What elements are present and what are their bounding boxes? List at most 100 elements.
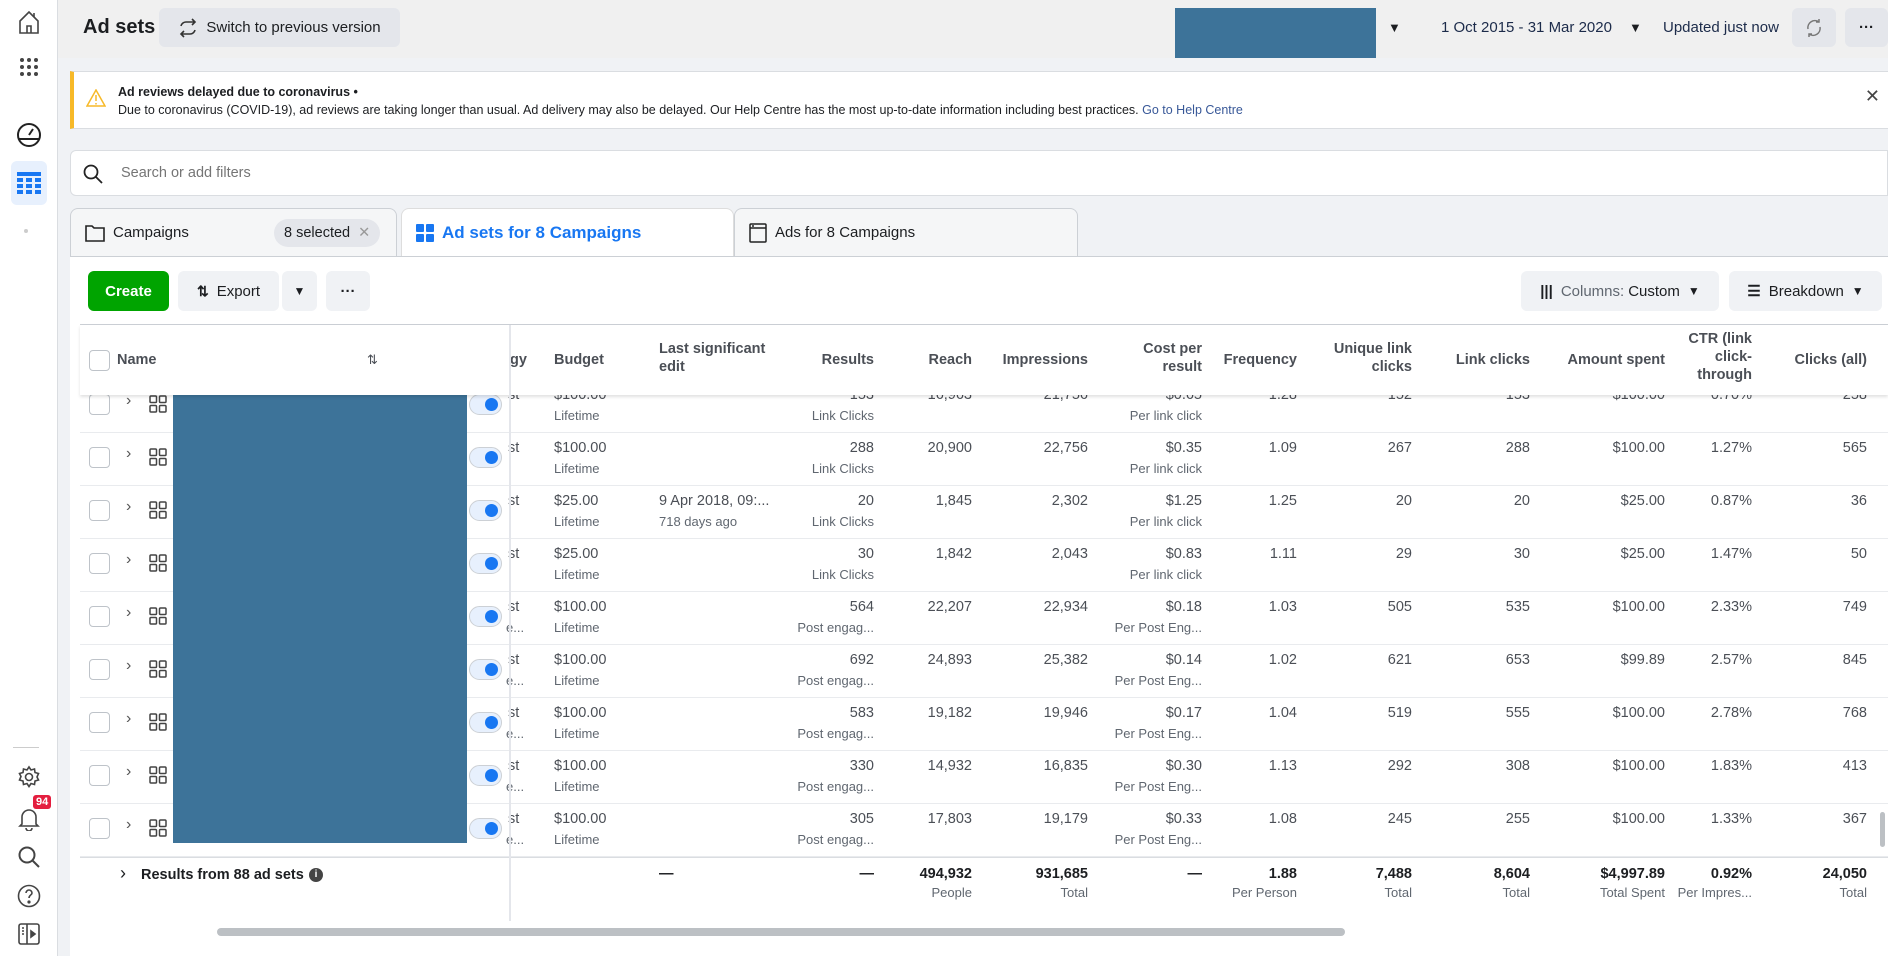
apps-grid-icon[interactable] bbox=[11, 49, 47, 85]
tab-adsets[interactable]: Ad sets for 8 Campaigns bbox=[401, 208, 734, 256]
cell-unique-link-clicks: 267 bbox=[1387, 440, 1412, 456]
settings-gear-icon[interactable] bbox=[11, 759, 47, 795]
column-header-results[interactable]: Results bbox=[822, 351, 874, 369]
row-checkbox[interactable] bbox=[89, 553, 110, 574]
coronavirus-notice-banner: Ad reviews delayed due to coronavirus • … bbox=[70, 71, 1888, 129]
column-header-reach[interactable]: Reach bbox=[928, 351, 972, 369]
more-options-button[interactable]: ··· bbox=[1845, 8, 1888, 47]
info-icon[interactable]: i bbox=[309, 868, 323, 882]
expand-chevron-icon[interactable]: › bbox=[126, 551, 131, 569]
help-centre-link[interactable]: Go to Help Centre bbox=[1142, 103, 1243, 117]
tab-ads[interactable]: Ads for 8 Campaigns bbox=[734, 208, 1078, 256]
close-banner-icon[interactable]: ✕ bbox=[1865, 86, 1880, 107]
row-checkbox[interactable] bbox=[89, 712, 110, 733]
cell-cost: $0.14 bbox=[1165, 652, 1202, 668]
row-checkbox[interactable] bbox=[89, 659, 110, 680]
cell-budget-type: Lifetime bbox=[554, 408, 600, 423]
expand-chevron-icon[interactable]: › bbox=[126, 445, 131, 463]
delivery-toggle[interactable] bbox=[469, 395, 502, 415]
summary-expand-chevron-icon[interactable]: › bbox=[120, 863, 126, 884]
column-header-impressions[interactable]: Impressions bbox=[1003, 351, 1088, 369]
cell-reach: 17,803 bbox=[927, 811, 972, 827]
cell-last-edit: 9 Apr 2018, 09:... bbox=[659, 493, 770, 509]
expand-chevron-icon[interactable]: › bbox=[126, 498, 131, 516]
cell-link-clicks: 653 bbox=[1505, 652, 1530, 668]
date-dropdown-arrow-icon[interactable]: ▼ bbox=[1629, 20, 1642, 35]
table-summary-row: › Results from 88 ad sets i — — 494,932 People… bbox=[80, 857, 1888, 921]
cell-cost-type: Per Post Eng... bbox=[1114, 779, 1202, 794]
delivery-toggle[interactable] bbox=[469, 765, 502, 786]
column-header-clicks-all[interactable]: Clicks (all) bbox=[1794, 351, 1867, 369]
cell-result-type: Link Clicks bbox=[811, 514, 874, 529]
column-header-frequency[interactable]: Frequency bbox=[1224, 351, 1297, 369]
export-dropdown-arrow-icon[interactable]: ▼ bbox=[282, 271, 317, 311]
cell-cost: $0.33 bbox=[1165, 811, 1202, 827]
row-checkbox[interactable] bbox=[89, 818, 110, 839]
delivery-toggle[interactable] bbox=[469, 553, 502, 574]
expand-chevron-icon[interactable]: › bbox=[126, 657, 131, 675]
delivery-toggle[interactable] bbox=[469, 606, 502, 627]
date-range-picker[interactable]: 1 Oct 2015 - 31 Mar 2020 bbox=[1441, 19, 1612, 36]
expand-chevron-icon[interactable]: › bbox=[126, 395, 131, 410]
column-header-link-clicks[interactable]: Link clicks bbox=[1456, 351, 1530, 369]
help-icon[interactable] bbox=[11, 878, 47, 914]
column-header-name[interactable]: Name bbox=[117, 351, 157, 369]
breakdown-selector[interactable]: ☰ Breakdown ▼ bbox=[1729, 271, 1882, 311]
column-header-budget[interactable]: Budget bbox=[554, 351, 604, 369]
switch-version-button[interactable]: Switch to previous version bbox=[159, 8, 400, 47]
column-header-last-edit[interactable]: Last significant edit bbox=[659, 340, 779, 376]
tab-campaigns[interactable]: Campaigns 8 selected ✕ bbox=[70, 208, 397, 256]
horizontal-scrollbar[interactable] bbox=[217, 928, 1345, 936]
cell-clicks-all: 50 bbox=[1850, 546, 1867, 562]
cell-frequency: 1.11 bbox=[1269, 546, 1297, 562]
cell-results: 305 bbox=[849, 811, 874, 827]
name-redaction bbox=[173, 395, 467, 843]
toggle-panel-icon[interactable] bbox=[11, 916, 47, 952]
account-dropdown-arrow-icon[interactable]: ▼ bbox=[1388, 20, 1401, 35]
search-icon[interactable] bbox=[11, 839, 47, 875]
row-checkbox[interactable] bbox=[89, 447, 110, 468]
sort-icon[interactable]: ⇅ bbox=[367, 351, 378, 369]
refresh-button[interactable] bbox=[1792, 8, 1836, 47]
delivery-toggle[interactable] bbox=[469, 447, 502, 468]
delivery-toggle[interactable] bbox=[469, 818, 502, 839]
column-header-cost[interactable]: Cost per result bbox=[1132, 340, 1202, 376]
cell-ctr: 1.47% bbox=[1710, 546, 1752, 562]
cell-link-clicks: 555 bbox=[1505, 705, 1530, 721]
search-input[interactable] bbox=[121, 161, 921, 185]
vertical-scrollbar[interactable] bbox=[1880, 812, 1885, 847]
cell-clicks-all: 565 bbox=[1842, 440, 1867, 456]
expand-chevron-icon[interactable]: › bbox=[126, 604, 131, 622]
dashboard-gauge-icon[interactable] bbox=[11, 117, 47, 153]
row-checkbox[interactable] bbox=[89, 606, 110, 627]
notifications-bell-icon[interactable]: 94 bbox=[11, 795, 52, 837]
export-button[interactable]: ⇅ Export bbox=[178, 271, 279, 311]
create-button[interactable]: Create bbox=[88, 271, 169, 311]
expand-chevron-icon[interactable]: › bbox=[126, 763, 131, 781]
cell-reach: 16,963 bbox=[927, 395, 972, 403]
home-icon[interactable] bbox=[11, 4, 47, 40]
account-selector-redacted[interactable] bbox=[1175, 8, 1376, 58]
expand-chevron-icon[interactable]: › bbox=[126, 816, 131, 834]
column-header-unique-link-clicks[interactable]: Unique link clicks bbox=[1322, 340, 1412, 376]
folder-icon bbox=[85, 224, 105, 242]
row-checkbox[interactable] bbox=[89, 765, 110, 786]
row-checkbox[interactable] bbox=[89, 395, 110, 415]
column-header-ctr[interactable]: CTR (link click-through bbox=[1677, 330, 1752, 384]
delivery-toggle[interactable] bbox=[469, 500, 502, 521]
toolbar-more-button[interactable]: ··· bbox=[326, 271, 370, 311]
clear-selection-icon[interactable]: ✕ bbox=[358, 225, 370, 241]
cell-ctr: 2.33% bbox=[1710, 599, 1752, 615]
select-all-checkbox[interactable] bbox=[89, 350, 110, 371]
row-checkbox[interactable] bbox=[89, 500, 110, 521]
toggle-knob bbox=[485, 769, 498, 782]
delivery-toggle[interactable] bbox=[469, 712, 502, 733]
columns-selector[interactable]: ||| Columns: Custom ▼ bbox=[1521, 271, 1719, 311]
ads-manager-table-icon[interactable] bbox=[11, 161, 47, 205]
column-header-strategy[interactable]: gy bbox=[510, 351, 527, 369]
expand-chevron-icon[interactable]: › bbox=[126, 710, 131, 728]
delivery-toggle[interactable] bbox=[469, 659, 502, 680]
column-header-amount-spent[interactable]: Amount spent bbox=[1568, 351, 1665, 369]
summary-frequency-sub: Per Person bbox=[1231, 885, 1297, 900]
selected-filter-chip[interactable]: 8 selected ✕ bbox=[274, 219, 381, 247]
